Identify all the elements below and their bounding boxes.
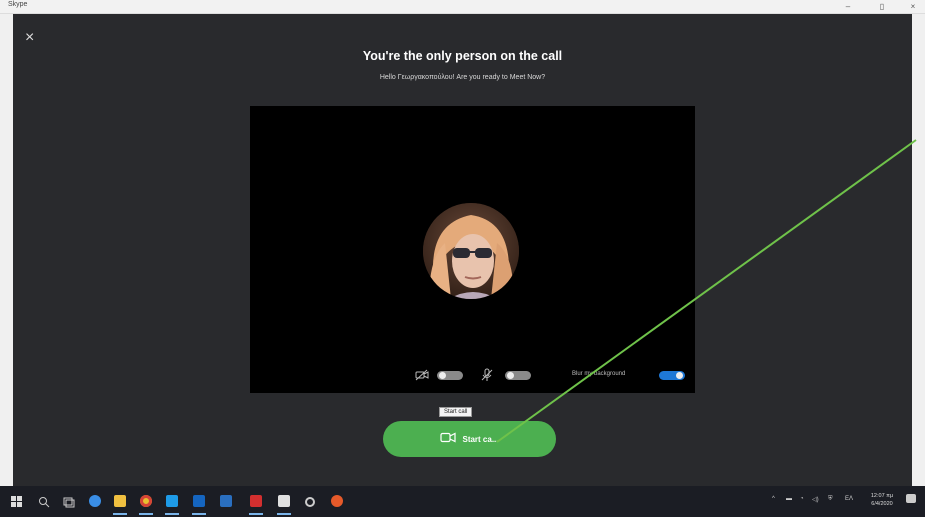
start-call-label: Start ca... [462,434,499,444]
video-camera-icon [440,432,457,446]
chevron-up-icon[interactable]: ^ [772,496,775,502]
page-title: You're the only person on the call [362,49,563,63]
start-call-button[interactable]: Start ca... [383,421,556,457]
mic-toggle[interactable] [505,371,531,380]
preview-controls: Blur my background [250,368,695,384]
edge-icon[interactable] [89,495,101,507]
avatar [423,203,519,299]
taskbar: ^ ▬ ◔ ◁) ⛨ EΛ 12:07 πμ 6/4/2020 [0,486,925,517]
settings-icon[interactable] [304,495,316,507]
maximize-button[interactable]: ▯ [875,0,889,13]
mic-off-icon[interactable] [480,368,494,382]
taskbar-clock[interactable]: 12:07 πμ 6/4/2020 [864,492,900,508]
notepad-icon[interactable] [278,495,290,507]
window-titlebar: Skype – ▯ × [0,0,925,14]
network-icon[interactable]: ◔ [800,496,804,502]
greeting-text: Hello Γεωργακοπούλου! Are you ready to M… [379,74,546,81]
outlook-icon[interactable] [193,495,205,507]
running-indicator [192,513,206,515]
running-indicator [139,513,153,515]
file-explorer-icon[interactable] [114,495,126,507]
camera-off-icon[interactable] [415,368,429,382]
meet-now-panel: × You're the only person on the call Hel… [13,14,912,486]
running-indicator [165,513,179,515]
skype-icon[interactable] [166,495,178,507]
shield-icon[interactable]: ⛨ [828,496,833,503]
store-icon[interactable] [220,495,232,507]
start-call-tooltip: Start call [439,407,473,417]
running-indicator [249,513,263,515]
minimize-button[interactable]: – [841,0,855,13]
running-indicator [277,513,291,515]
close-icon[interactable]: × [25,30,41,46]
recorder-icon[interactable] [331,495,343,507]
clock-time: 12:07 πμ [870,493,894,499]
search-icon[interactable] [38,495,50,508]
blur-background-toggle[interactable] [659,371,685,380]
clock-date: 6/4/2020 [871,501,893,507]
task-view-icon[interactable] [63,495,75,508]
window-close-button[interactable]: × [906,0,920,13]
camera-toggle[interactable] [437,371,463,380]
running-indicator [113,513,127,515]
blur-background-label: Blur my background [572,371,626,377]
notifications-icon[interactable] [906,494,916,503]
acrobat-icon[interactable] [250,495,262,507]
language-icon[interactable]: EΛ [845,496,853,502]
volume-icon[interactable]: ◁) [812,496,819,503]
chrome-icon[interactable] [140,495,152,507]
battery-icon[interactable]: ▬ [786,496,792,502]
window-title: Skype [8,1,28,8]
windows-icon[interactable] [11,495,23,507]
video-preview: Blur my background [250,106,695,393]
